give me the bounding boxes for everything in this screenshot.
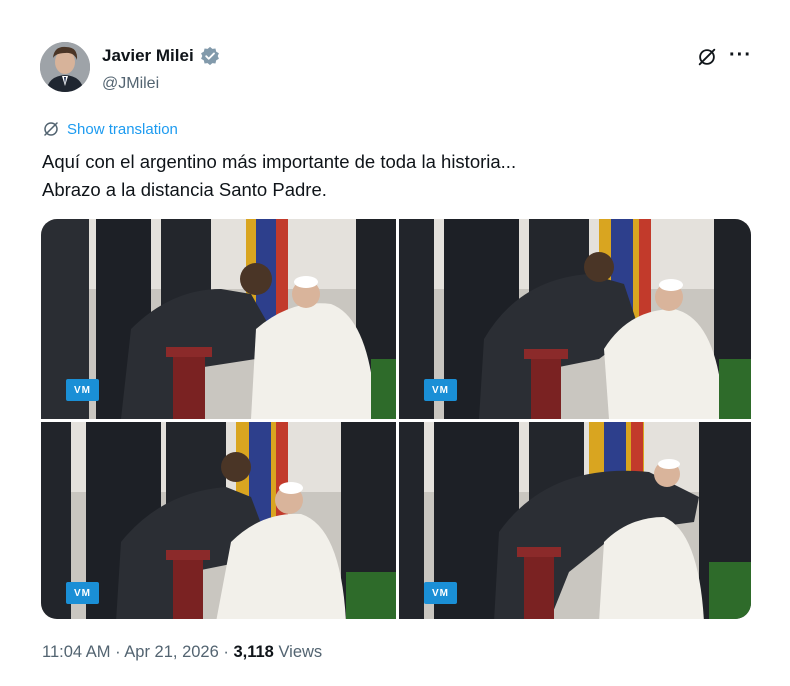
views-count: 3,118 [233, 643, 274, 661]
tweet-line-2: Abrazo a la distancia Santo Padre. [42, 179, 327, 200]
views-label: Views [278, 643, 323, 661]
show-translation-label: Show translation [67, 120, 178, 138]
vatican-media-logo: VM [66, 379, 99, 401]
photo-4[interactable]: VM [399, 422, 751, 619]
avatar-photo [40, 42, 90, 92]
tweet-line-1: Aquí con el argentino más importante de … [42, 151, 517, 172]
vatican-media-logo: VM [424, 379, 457, 401]
photo-2[interactable]: VM [399, 219, 751, 419]
tweet-text: Aquí con el argentino más importante de … [42, 148, 516, 204]
photo-3[interactable]: VM [41, 422, 396, 619]
vatican-media-logo: VM [424, 582, 457, 604]
grok-icon[interactable] [696, 46, 718, 68]
author-name[interactable]: Javier Milei [102, 46, 194, 66]
translate-icon [44, 122, 58, 136]
photo-1[interactable]: VM [41, 219, 396, 419]
media-grid: VM VM VM VM [41, 219, 751, 619]
meta-separator: · [223, 643, 229, 661]
avatar[interactable] [40, 42, 90, 92]
show-translation-link[interactable]: Show translation [42, 120, 178, 138]
vatican-media-logo: VM [66, 582, 99, 604]
author-row: Javier Milei [102, 46, 220, 66]
author-handle[interactable]: @JMilei [102, 75, 159, 93]
tweet-date[interactable]: Apr 21, 2026 [124, 643, 219, 661]
tweet-time[interactable]: 11:04 AM [42, 643, 111, 661]
more-options-button[interactable]: ··· [729, 44, 752, 67]
meta-separator: · [115, 643, 121, 661]
tweet-meta: 11:04 AM · Apr 21, 2026 · 3,118 Views [42, 643, 322, 662]
verified-badge-icon [200, 46, 219, 66]
